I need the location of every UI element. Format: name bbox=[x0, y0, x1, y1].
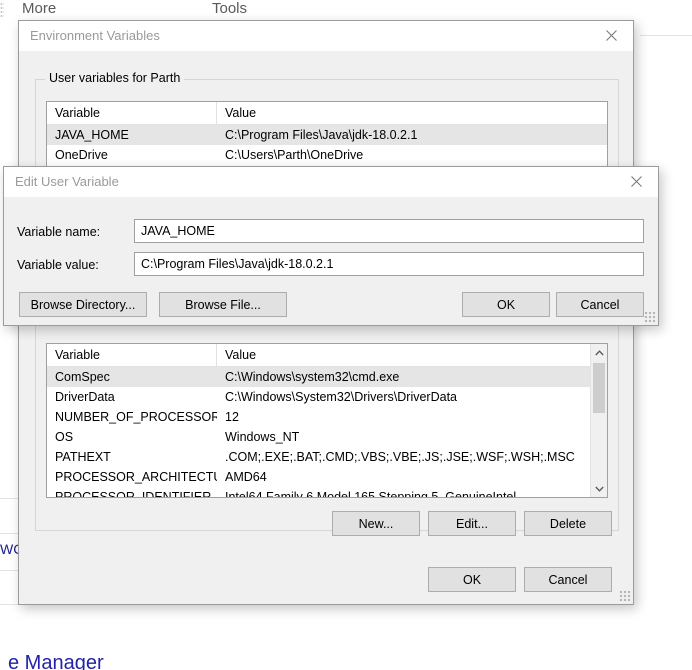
env-dialog-title: Environment Variables bbox=[30, 28, 160, 43]
cell-value: Windows_NT bbox=[225, 430, 300, 444]
table-row[interactable]: ComSpec C:\Windows\system32\cmd.exe bbox=[47, 367, 590, 387]
user-variables-rows: JAVA_HOME C:\Program Files\Java\jdk-18.0.… bbox=[47, 125, 607, 165]
table-row[interactable]: JAVA_HOME C:\Program Files\Java\jdk-18.0.… bbox=[47, 125, 607, 145]
scrollbar-thumb[interactable] bbox=[593, 363, 605, 413]
cancel-button[interactable]: Cancel bbox=[524, 567, 612, 592]
edit-dialog-titlebar[interactable]: Edit User Variable bbox=[4, 167, 658, 197]
cell-variable: OS bbox=[55, 430, 74, 444]
cancel-button[interactable]: Cancel bbox=[556, 292, 644, 317]
edit-system-variable-button[interactable]: Edit... bbox=[428, 511, 516, 536]
variable-name-label: Variable name: bbox=[17, 225, 101, 239]
cell-variable: NUMBER_OF_PROCESSORS bbox=[55, 410, 217, 424]
column-header-variable[interactable]: Variable bbox=[47, 344, 217, 366]
chevron-up-icon[interactable] bbox=[591, 344, 607, 361]
resize-grip[interactable] bbox=[644, 311, 656, 323]
cell-variable: PROCESSOR_IDENTIFIER bbox=[55, 490, 212, 498]
close-icon[interactable] bbox=[614, 167, 658, 196]
ok-button[interactable]: OK bbox=[462, 292, 550, 317]
table-row[interactable]: PROCESSOR_IDENTIFIER Intel64 Family 6 Mod… bbox=[47, 487, 590, 498]
table-row[interactable]: PROCESSOR_ARCHITECTURE AMD64 bbox=[47, 467, 590, 487]
cell-variable: PROCESSOR_ARCHITECTURE bbox=[55, 470, 217, 484]
variable-value-label: Variable value: bbox=[17, 258, 99, 272]
cell-variable: JAVA_HOME bbox=[55, 128, 129, 142]
variable-value-input[interactable]: C:\Program Files\Java\jdk-18.0.2.1 bbox=[134, 252, 644, 276]
variable-name-input[interactable]: JAVA_HOME bbox=[134, 219, 644, 243]
browse-directory-button[interactable]: Browse Directory... bbox=[19, 292, 147, 317]
table-row[interactable]: PATHEXT .COM;.EXE;.BAT;.CMD;.VBS;.VBE;.JS… bbox=[47, 447, 590, 467]
cell-value: AMD64 bbox=[225, 470, 267, 484]
cell-value: 12 bbox=[225, 410, 239, 424]
new-system-variable-button[interactable]: New... bbox=[332, 511, 420, 536]
edit-user-variable-dialog: Edit User Variable Variable name: JAVA_H… bbox=[3, 166, 659, 326]
cell-value: C:\Windows\System32\Drivers\DriverData bbox=[225, 390, 457, 404]
system-variables-rows: ComSpec C:\Windows\system32\cmd.exe Driver… bbox=[47, 367, 607, 498]
resize-grip[interactable] bbox=[619, 590, 631, 602]
column-header-value[interactable]: Value bbox=[217, 102, 607, 124]
ok-button[interactable]: OK bbox=[428, 567, 516, 592]
table-row[interactable]: NUMBER_OF_PROCESSORS 12 bbox=[47, 407, 590, 427]
cell-variable: ComSpec bbox=[55, 370, 110, 384]
user-variables-label: User variables for Parth bbox=[45, 71, 185, 85]
table-row[interactable]: DriverData C:\Windows\System32\Drivers\Dr… bbox=[47, 387, 590, 407]
column-header-variable[interactable]: Variable bbox=[47, 102, 217, 124]
menu-item-tools[interactable]: Tools bbox=[212, 0, 247, 17]
close-icon[interactable] bbox=[589, 21, 633, 50]
background-heading: e Manager bbox=[8, 652, 104, 670]
drag-handle-icon[interactable] bbox=[0, 2, 4, 18]
menu-item-more[interactable]: More bbox=[22, 0, 56, 17]
env-dialog-titlebar[interactable]: Environment Variables bbox=[19, 21, 633, 51]
table-row[interactable]: OneDrive C:\Users\Parth\OneDrive bbox=[47, 145, 607, 165]
cell-value: C:\Users\Parth\OneDrive bbox=[225, 148, 364, 162]
cell-variable: OneDrive bbox=[55, 148, 108, 162]
cell-value: .COM;.EXE;.BAT;.CMD;.VBS;.VBE;.JS;.JSE;.… bbox=[225, 450, 575, 464]
user-variables-header: Variable Value bbox=[47, 102, 607, 125]
system-variables-listview[interactable]: Variable Value ComSpec C:\Windows\system3… bbox=[46, 343, 608, 498]
divider bbox=[640, 35, 692, 36]
table-row[interactable]: OS Windows_NT bbox=[47, 427, 590, 447]
edit-dialog-title: Edit User Variable bbox=[15, 174, 119, 189]
cell-variable: DriverData bbox=[55, 390, 115, 404]
system-variables-scrollbar[interactable] bbox=[590, 344, 607, 497]
browse-file-button[interactable]: Browse File... bbox=[159, 292, 287, 317]
delete-system-variable-button[interactable]: Delete bbox=[524, 511, 612, 536]
chevron-down-icon[interactable] bbox=[591, 480, 607, 497]
cell-value: Intel64 Family 6 Model 165 Stepping 5, G… bbox=[225, 490, 517, 498]
cell-value: C:\Windows\system32\cmd.exe bbox=[225, 370, 400, 384]
cell-value: C:\Program Files\Java\jdk-18.0.2.1 bbox=[225, 128, 418, 142]
column-header-value[interactable]: Value bbox=[217, 344, 590, 366]
system-variables-header: Variable Value bbox=[47, 344, 607, 367]
cell-variable: PATHEXT bbox=[55, 450, 111, 464]
